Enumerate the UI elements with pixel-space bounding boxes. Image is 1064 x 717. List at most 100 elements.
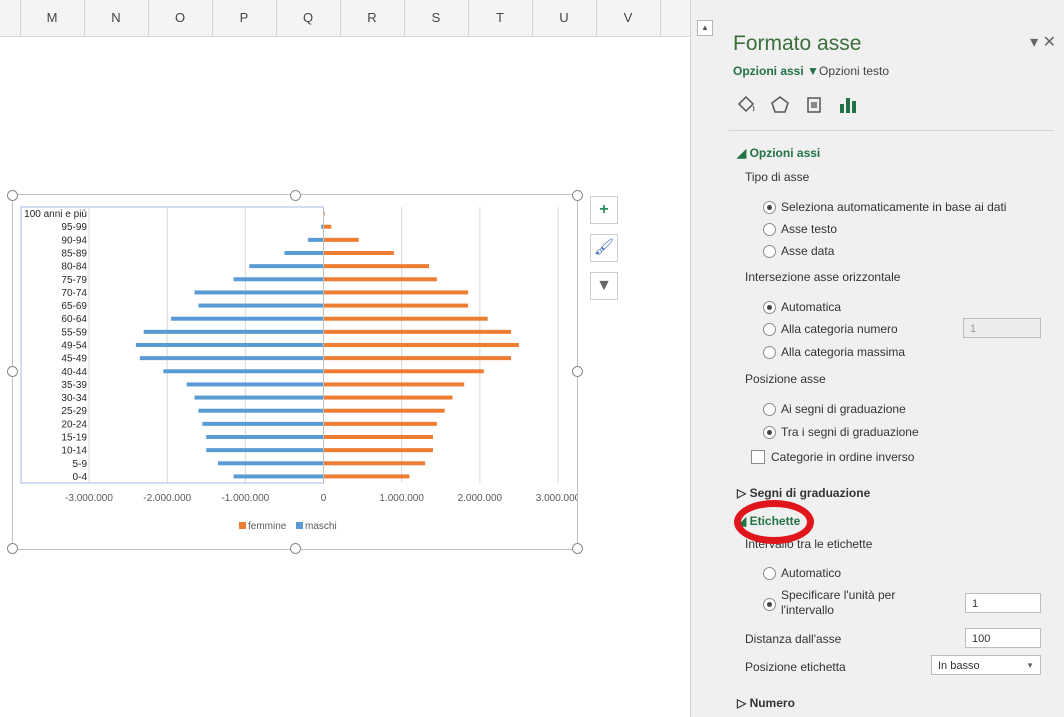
bar-femmine (323, 395, 453, 400)
x-tick-label: 3.000.000 (536, 493, 577, 504)
column-header[interactable]: P (212, 0, 277, 36)
bar-maschi (206, 435, 324, 439)
resize-handle[interactable] (7, 366, 18, 377)
bar-femmine (323, 369, 484, 374)
legend-label: femmine (248, 521, 287, 532)
radio-ai-segni[interactable] (763, 403, 776, 416)
bar-maschi (198, 303, 324, 308)
x-tick-label: 2.000.000 (458, 493, 503, 504)
radio-automatica[interactable] (763, 301, 776, 314)
bar-femmine (323, 251, 394, 255)
category-label: 5-9 (73, 459, 88, 470)
x-tick-label: 0 (321, 493, 327, 504)
tab-axis-options[interactable]: Opzioni assi ▼ (733, 64, 819, 78)
checkbox-ordine-inverso[interactable] (751, 450, 765, 464)
radio-auto-base[interactable] (763, 201, 776, 214)
size-icon[interactable] (803, 94, 825, 116)
column-header-blank (0, 0, 21, 36)
category-label: 15-19 (61, 433, 87, 444)
category-label: 40-44 (61, 367, 87, 378)
label-tipo-asse: Tipo di asse (745, 170, 810, 184)
bar-femmine (323, 356, 512, 361)
format-axis-pane: Formato asse ▾ ✕ Opzioni assi ▼ Opzioni … (719, 0, 1064, 717)
vertical-scrollbar[interactable]: ▲ (690, 0, 720, 717)
pyramid-chart[interactable]: -3.000.000 -2.000.000 -1.000.000 0 1.000.000… (13, 195, 577, 549)
category-label: 45-49 (61, 354, 87, 365)
chart-area[interactable]: -3.000.000 -2.000.000 -1.000.000 0 1.000.000… (12, 194, 578, 550)
radio-asse-data[interactable] (763, 245, 776, 258)
bar-femmine (323, 277, 437, 282)
resize-handle[interactable] (7, 543, 18, 554)
category-label: 100 anni e più (24, 209, 87, 220)
cat-numero-input[interactable]: 1 (963, 318, 1041, 338)
column-header[interactable]: U (532, 0, 597, 36)
category-label: 0-4 (73, 472, 88, 483)
x-tick-label: -3.000.000 (65, 493, 113, 504)
category-label: 75-79 (61, 275, 87, 286)
bar-femmine (323, 461, 426, 466)
bar-femmine (323, 290, 469, 295)
pentagon-icon[interactable] (769, 94, 791, 116)
category-label: 10-14 (61, 446, 87, 457)
chart-filters-button[interactable]: ▼ (590, 272, 618, 300)
radio-cat-numero[interactable] (763, 323, 776, 336)
bar-femmine (323, 343, 519, 347)
resize-handle[interactable] (572, 190, 583, 201)
bar-maschi (143, 329, 324, 334)
distanza-input[interactable]: 100 (965, 628, 1041, 648)
bar-maschi (186, 382, 324, 387)
radio-tra-segni[interactable] (763, 426, 776, 439)
bar-chart-icon[interactable] (837, 94, 859, 116)
resize-handle[interactable] (572, 366, 583, 377)
bar-maschi (217, 461, 324, 466)
resize-handle[interactable] (290, 190, 301, 201)
pane-close-icon[interactable]: ▾ ✕ (1030, 32, 1056, 52)
column-header[interactable]: S (404, 0, 469, 36)
legend-swatch (296, 522, 303, 529)
resize-handle[interactable] (7, 190, 18, 201)
posizione-etichetta-select[interactable]: In basso ▼ (931, 655, 1041, 675)
bar-femmine (323, 329, 512, 334)
radio-cat-massima[interactable] (763, 346, 776, 359)
x-tick-label: 1.000.000 (379, 493, 424, 504)
label-ordine-inverso: Categorie in ordine inverso (771, 450, 915, 464)
category-label: 25-29 (61, 406, 87, 417)
intervallo-input[interactable]: 1 (965, 593, 1041, 613)
column-header[interactable]: R (340, 0, 405, 36)
column-header[interactable]: N (84, 0, 149, 36)
section-numero[interactable]: ▷ Numero (737, 696, 795, 710)
brush-icon: 🖌 (593, 239, 615, 256)
bar-maschi (249, 264, 324, 269)
radio-asse-testo[interactable] (763, 223, 776, 236)
label-asse-data: Asse data (781, 244, 835, 258)
bar-femmine (323, 474, 410, 479)
category-label: 95-99 (61, 222, 87, 233)
bar-maschi (307, 237, 324, 242)
scroll-up-icon[interactable]: ▲ (697, 20, 713, 36)
radio-specificare[interactable] (763, 598, 776, 611)
column-header[interactable]: V (596, 0, 661, 36)
bar-femmine (323, 264, 430, 269)
bar-maschi (233, 474, 324, 479)
column-header[interactable]: M (20, 0, 85, 36)
resize-handle[interactable] (290, 543, 301, 554)
label-specificare: Specificare l'unità per l'intervallo (781, 588, 896, 617)
chart-elements-button[interactable]: + (590, 196, 618, 224)
radio-automatico[interactable] (763, 567, 776, 580)
column-header[interactable]: Q (276, 0, 341, 36)
legend-label: maschi (305, 521, 337, 532)
highlight-circle-annotation (734, 500, 814, 544)
fill-icon[interactable] (735, 94, 757, 116)
section-opzioni-assi[interactable]: ◢ Opzioni assi (737, 146, 820, 160)
column-header[interactable]: T (468, 0, 533, 36)
column-header[interactable]: O (148, 0, 213, 36)
label-cat-massima: Alla categoria massima (781, 345, 906, 359)
chevron-down-icon: ▼ (1026, 661, 1034, 670)
category-label: 85-89 (61, 249, 87, 260)
tab-text-options[interactable]: Opzioni testo (819, 64, 889, 78)
bar-maschi (198, 408, 324, 413)
x-tick-label: -1.000.000 (221, 493, 269, 504)
resize-handle[interactable] (572, 543, 583, 554)
section-segni-graduazione[interactable]: ▷ Segni di graduazione (737, 486, 870, 500)
chart-styles-button[interactable]: 🖌 (590, 234, 618, 262)
